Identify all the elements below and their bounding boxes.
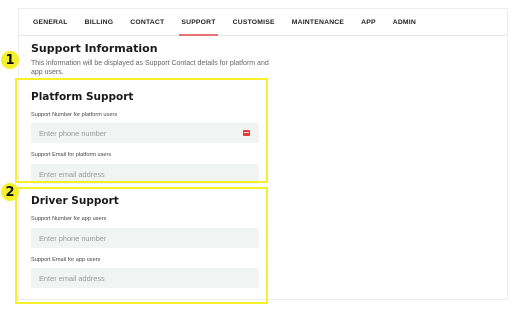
highlight-box-platform [15, 78, 268, 183]
tab-billing[interactable]: BILLING [85, 9, 114, 35]
step-badge-1: 1 [1, 51, 19, 69]
tab-maintenance[interactable]: MAINTENANCE [292, 9, 344, 35]
section-description: This information will be displayed as Su… [31, 60, 269, 76]
tab-app[interactable]: APP [361, 9, 376, 35]
step-badge-2: 2 [1, 183, 19, 201]
tab-contact[interactable]: CONTACT [130, 9, 164, 35]
settings-tabs: GENERAL BILLING CONTACT SUPPORT CUSTOMIS… [19, 9, 507, 36]
tab-general[interactable]: GENERAL [33, 9, 68, 35]
tab-support[interactable]: SUPPORT [179, 9, 218, 36]
highlight-box-driver [15, 187, 268, 304]
tab-admin[interactable]: ADMIN [393, 9, 416, 35]
section-title: Support Information [31, 42, 158, 55]
tab-customise[interactable]: CUSTOMISE [233, 9, 275, 35]
